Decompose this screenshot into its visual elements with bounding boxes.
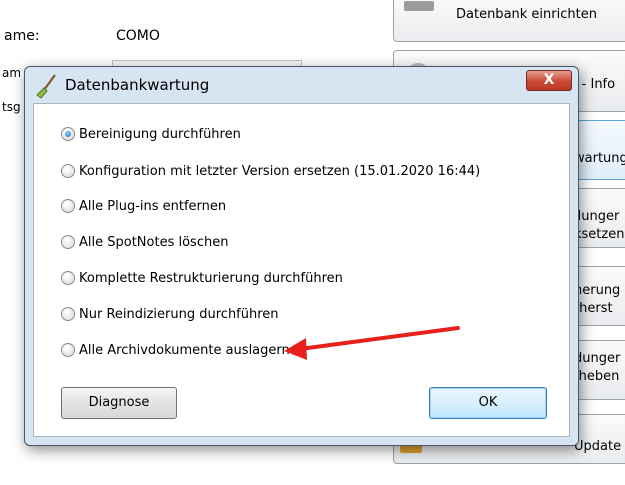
option-label: Nur Reindizierung durchführen	[79, 306, 279, 322]
close-button[interactable]: X	[526, 70, 572, 91]
name-field-value: COMO	[116, 28, 160, 44]
radio-button[interactable]	[61, 199, 75, 213]
option-delete-spotnotes[interactable]: Alle SpotNotes löschen	[61, 232, 228, 252]
name-field-label: ame:	[4, 28, 40, 44]
dialog-titlebar[interactable]: Datenbankwartung X	[25, 67, 578, 103]
ok-button[interactable]: OK	[429, 387, 547, 419]
option-label: Alle SpotNotes löschen	[79, 234, 229, 250]
background-label-fragment: tsg	[2, 100, 21, 114]
radio-button[interactable]	[61, 127, 75, 141]
background-label-fragment: am	[2, 66, 22, 80]
radio-button[interactable]	[61, 235, 75, 249]
diagnose-button[interactable]: Diagnose	[61, 387, 177, 419]
broom-icon	[36, 74, 56, 99]
database-icon	[404, 1, 434, 11]
dialog-title: Datenbankwartung	[65, 76, 210, 94]
setup-database-button[interactable]: Datenbank einrichten	[393, 0, 625, 42]
option-reindex[interactable]: Nur Reindizierung durchführen	[61, 304, 279, 324]
option-remove-plugins[interactable]: Alle Plug-ins entfernen	[61, 196, 226, 216]
option-replace-config[interactable]: Konfiguration mit letzter Version ersetz…	[61, 161, 480, 181]
option-label: Komplette Restrukturierung durchführen	[79, 270, 343, 286]
option-label: Alle Plug-ins entfernen	[79, 198, 227, 214]
dialog-body: Bereinigung durchführen Konfiguration mi…	[33, 103, 570, 437]
option-full-restructure[interactable]: Komplette Restrukturierung durchführen	[61, 268, 343, 288]
option-label: Bereinigung durchführen	[79, 126, 241, 142]
radio-button[interactable]	[61, 343, 75, 357]
radio-button[interactable]	[61, 271, 75, 285]
radio-button[interactable]	[61, 307, 75, 321]
option-cleanup[interactable]: Bereinigung durchführen	[61, 124, 241, 144]
close-icon: X	[543, 72, 555, 88]
radio-button[interactable]	[61, 164, 75, 178]
option-label: Konfiguration mit letzter Version ersetz…	[79, 163, 481, 179]
option-offload-archive[interactable]: Alle Archivdokumente auslagern	[61, 340, 290, 360]
maintenance-dialog: Datenbankwartung X Bereinigung durchführ…	[24, 66, 579, 446]
option-label: Alle Archivdokumente auslagern	[79, 342, 290, 358]
